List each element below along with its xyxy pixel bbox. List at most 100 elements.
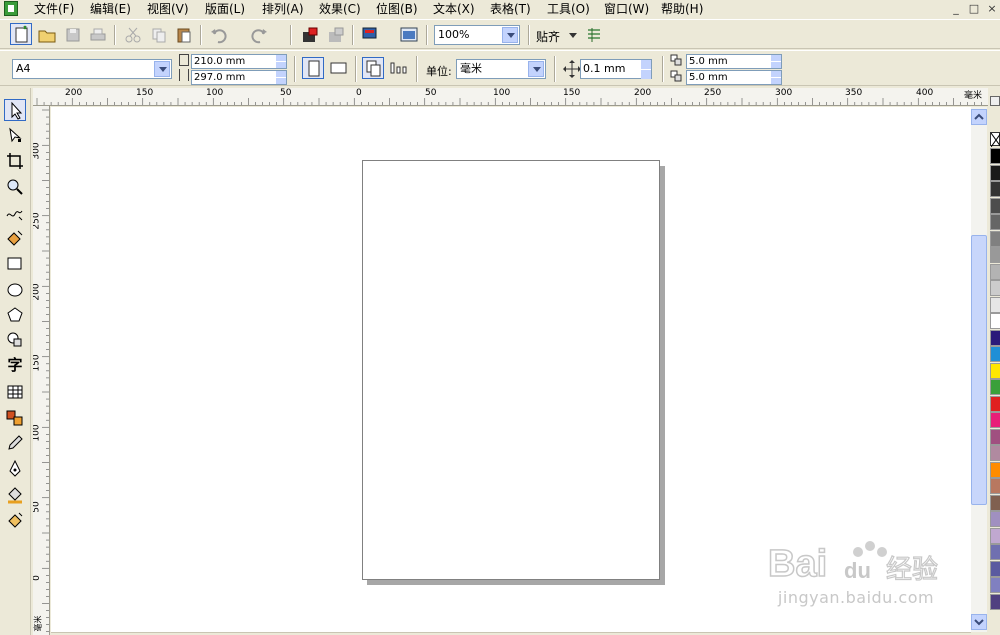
welcome-screen-icon[interactable] — [398, 24, 420, 46]
spin-down-icon[interactable] — [641, 70, 651, 79]
restore-button[interactable]: □ — [966, 1, 982, 16]
document-page[interactable] — [362, 160, 660, 580]
color-swatch[interactable] — [990, 593, 1000, 610]
chevron-down-icon[interactable] — [528, 61, 544, 77]
color-swatch[interactable] — [990, 148, 1000, 164]
vertical-scrollbar[interactable] — [971, 107, 987, 632]
color-swatch[interactable] — [990, 296, 1000, 313]
menu-file[interactable]: 文件(F) — [34, 2, 74, 16]
unit-select[interactable]: 毫米 — [456, 59, 546, 79]
freehand-tool-icon[interactable] — [4, 202, 26, 224]
page-width-field[interactable]: 210.0 mm — [191, 54, 287, 69]
spin-down-icon[interactable] — [276, 78, 286, 84]
crop-tool-icon[interactable] — [4, 150, 26, 172]
color-swatch[interactable] — [990, 263, 1000, 280]
color-swatch[interactable] — [990, 461, 1000, 478]
print-icon[interactable] — [87, 24, 109, 46]
new-document-icon[interactable] — [10, 23, 32, 45]
color-swatch[interactable] — [990, 379, 1000, 395]
menu-text[interactable]: 文本(X) — [433, 2, 475, 16]
horizontal-ruler[interactable]: 200 150 100 50 0 50 100 150 200 250 300 … — [33, 88, 990, 106]
spin-down-icon[interactable] — [771, 78, 781, 84]
portrait-orientation-icon[interactable] — [302, 57, 324, 79]
cut-icon[interactable] — [122, 24, 144, 46]
color-swatch[interactable] — [990, 527, 1000, 544]
color-swatch[interactable] — [990, 346, 1000, 362]
color-swatch[interactable] — [990, 362, 1000, 379]
rectangle-tool-icon[interactable] — [4, 253, 26, 275]
page-height-field[interactable]: 297.0 mm — [191, 70, 287, 85]
vertical-ruler[interactable]: 300 250 200 150 100 50 0 毫米 — [33, 106, 50, 635]
color-swatch[interactable] — [990, 544, 1000, 560]
all-pages-icon[interactable] — [362, 57, 384, 79]
landscape-orientation-icon[interactable] — [328, 57, 350, 79]
minimize-button[interactable]: _ — [948, 1, 964, 16]
undo-icon[interactable] — [208, 24, 230, 46]
polygon-tool-icon[interactable] — [4, 304, 26, 326]
menu-effects[interactable]: 效果(C) — [319, 2, 361, 16]
spin-up-icon[interactable] — [641, 60, 651, 69]
eyedropper-tool-icon[interactable] — [4, 432, 26, 454]
table-tool-icon[interactable] — [4, 381, 26, 403]
color-swatch[interactable] — [990, 164, 1000, 181]
color-swatch[interactable] — [990, 445, 1000, 461]
application-launcher-icon[interactable] — [360, 24, 382, 46]
menu-view[interactable]: 视图(V) — [147, 2, 189, 16]
duplicate-y-field[interactable]: 5.0 mm — [686, 70, 782, 85]
interactive-fill-tool-icon[interactable] — [4, 509, 26, 531]
scroll-down-button[interactable] — [971, 614, 987, 630]
basic-shapes-tool-icon[interactable] — [4, 329, 26, 351]
text-tool-icon[interactable]: 字 — [4, 354, 26, 376]
outline-pen-tool-icon[interactable] — [4, 458, 26, 480]
shape-tool-icon[interactable] — [4, 125, 26, 147]
color-swatch[interactable] — [990, 181, 1000, 197]
paper-size-select[interactable]: A4 — [12, 59, 172, 79]
spin-up-icon[interactable] — [771, 55, 781, 61]
menu-arrange[interactable]: 排列(A) — [262, 2, 304, 16]
color-swatch[interactable] — [990, 560, 1000, 577]
current-page-icon[interactable] — [388, 57, 410, 79]
spin-up-icon[interactable] — [771, 71, 781, 77]
color-swatch[interactable] — [990, 412, 1000, 428]
duplicate-x-field[interactable]: 5.0 mm — [686, 54, 782, 69]
fill-tool-icon[interactable] — [4, 484, 26, 506]
zoom-level-select[interactable]: 100% — [434, 25, 520, 45]
palette-scroll-up-icon[interactable] — [990, 96, 1000, 106]
color-swatch[interactable] — [990, 577, 1000, 593]
menu-edit[interactable]: 编辑(E) — [90, 2, 131, 16]
spin-down-icon[interactable] — [276, 62, 286, 68]
open-folder-icon[interactable] — [36, 24, 58, 46]
color-swatch[interactable] — [990, 478, 1000, 494]
scroll-up-button[interactable] — [971, 109, 987, 125]
snap-to-menu[interactable]: 贴齐 — [536, 28, 560, 45]
menu-window[interactable]: 窗口(W) — [604, 2, 649, 16]
color-swatch[interactable] — [990, 197, 1000, 214]
chevron-down-icon[interactable] — [502, 27, 518, 43]
pick-tool-icon[interactable] — [4, 99, 26, 121]
options-icon[interactable] — [583, 24, 605, 46]
ellipse-tool-icon[interactable] — [4, 279, 26, 301]
color-swatch[interactable] — [990, 313, 1000, 329]
nudge-distance-field[interactable]: 0.1 mm — [580, 59, 652, 79]
color-swatch[interactable] — [990, 280, 1000, 296]
save-icon[interactable] — [62, 24, 84, 46]
close-button[interactable]: × — [984, 1, 1000, 16]
spin-down-icon[interactable] — [771, 62, 781, 68]
menu-table[interactable]: 表格(T) — [490, 2, 531, 16]
copy-icon[interactable] — [148, 24, 170, 46]
import-icon[interactable] — [299, 24, 321, 46]
export-icon[interactable] — [325, 24, 347, 46]
snap-dropdown-icon[interactable] — [569, 33, 577, 38]
smart-fill-tool-icon[interactable] — [4, 227, 26, 249]
color-swatch[interactable] — [990, 511, 1000, 527]
spin-up-icon[interactable] — [276, 71, 286, 77]
menu-layout[interactable]: 版面(L) — [205, 2, 245, 16]
color-swatch[interactable] — [990, 214, 1000, 230]
paste-icon[interactable] — [173, 24, 195, 46]
chevron-down-icon[interactable] — [154, 61, 170, 77]
color-swatch[interactable] — [990, 428, 1000, 445]
spin-up-icon[interactable] — [276, 55, 286, 61]
interactive-blend-tool-icon[interactable] — [4, 407, 26, 429]
color-swatch[interactable] — [990, 247, 1000, 263]
app-document-icon[interactable] — [4, 1, 18, 16]
